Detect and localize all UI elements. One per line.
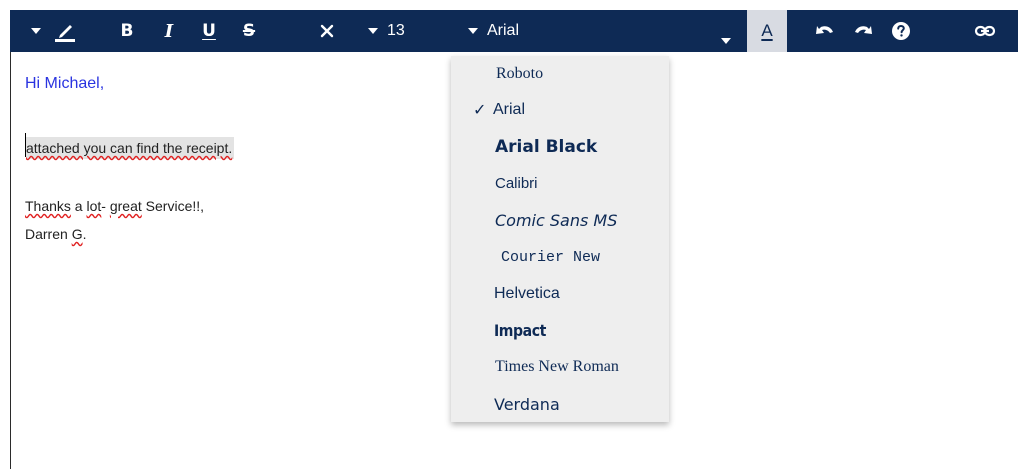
text-run: Service!!,	[141, 198, 205, 214]
caret-down-icon	[368, 28, 378, 34]
font-option-comic-sans[interactable]: Comic Sans MS	[451, 203, 669, 237]
highlight-dropdown-caret[interactable]	[26, 10, 46, 52]
text-color-label: A	[761, 21, 773, 40]
underline-button[interactable]: U	[196, 10, 222, 52]
caret-down-icon	[468, 28, 478, 34]
font-option-label: Verdana	[494, 394, 560, 414]
strikethrough-label: S	[242, 21, 256, 41]
font-size-dropdown[interactable]: 13	[368, 10, 428, 52]
font-option-arial-black[interactable]: Arial Black	[451, 130, 669, 164]
formatting-toolbar: B I U S 13 Arial A	[10, 10, 1018, 52]
font-option-label: Calibri	[495, 174, 538, 192]
strikethrough-button[interactable]: S	[236, 10, 262, 52]
thanks-line[interactable]: Thanks a lot- great Service!!,	[25, 198, 204, 214]
font-family-dropdown[interactable]: Arial	[468, 10, 738, 52]
spell-word: G	[71, 226, 83, 242]
font-option-times-new-roman[interactable]: Times New Roman	[451, 350, 669, 384]
caret-down-icon	[721, 38, 731, 44]
font-option-label: Helvetica	[494, 285, 560, 302]
font-size-value: 13	[387, 22, 405, 39]
font-option-label: Times New Roman	[495, 358, 619, 375]
spell-word: lot	[86, 198, 102, 214]
font-option-calibri[interactable]: Calibri	[451, 166, 669, 200]
text-run: -	[101, 198, 110, 214]
text-run: a	[70, 198, 87, 214]
spell-word: great	[109, 198, 142, 214]
bold-button[interactable]: B	[114, 10, 140, 52]
font-option-verdana[interactable]: Verdana	[451, 387, 669, 421]
font-option-roboto[interactable]: Roboto	[451, 57, 669, 91]
editor-window: B I U S 13 Arial A Hi Michael, attached …	[0, 0, 1018, 469]
close-icon	[320, 24, 334, 38]
checkmark-icon: ✓	[473, 102, 487, 119]
help-button[interactable]	[886, 10, 916, 52]
font-option-arial[interactable]: ✓ Arial	[451, 93, 669, 127]
font-option-label: Courier New	[501, 248, 601, 266]
font-option-label: Impact	[494, 320, 546, 340]
font-option-label: Comic Sans MS	[495, 210, 618, 230]
link-icon	[974, 25, 996, 37]
font-option-label: Arial Black	[495, 137, 598, 157]
clear-formatting-button[interactable]	[314, 10, 340, 52]
signature-line[interactable]: Darren G.	[25, 226, 86, 242]
font-family-menu: Roboto ✓ Arial Arial Black Calibri Comic…	[451, 56, 669, 422]
undo-icon	[816, 26, 833, 34]
bold-label: B	[120, 21, 134, 41]
undo-button[interactable]	[810, 10, 840, 52]
caret-down-icon	[31, 28, 41, 34]
text-run: Darren	[25, 226, 72, 242]
underline-label: U	[202, 21, 216, 41]
font-option-label: Roboto	[496, 65, 544, 82]
italic-button[interactable]: I	[156, 10, 182, 52]
receipt-line-text: attached you can find the receipt.	[26, 140, 233, 156]
highlight-pen-button[interactable]	[50, 10, 80, 52]
insert-link-button[interactable]	[970, 10, 1000, 52]
text-color-dropdown-caret[interactable]	[716, 10, 736, 52]
help-icon	[892, 22, 910, 40]
font-family-value: Arial	[487, 22, 520, 39]
text-color-button[interactable]: A	[747, 10, 787, 52]
font-option-impact[interactable]: Impact	[451, 313, 669, 347]
greeting-line[interactable]: Hi Michael,	[25, 75, 104, 93]
pen-icon	[55, 25, 75, 42]
font-option-courier-new[interactable]: Courier New	[451, 240, 669, 274]
font-option-label: Arial	[493, 101, 526, 118]
text-run: .	[82, 226, 87, 242]
spell-word: Thanks	[25, 198, 71, 214]
font-option-helvetica[interactable]: Helvetica	[451, 277, 669, 311]
redo-icon	[855, 26, 872, 34]
italic-label: I	[164, 20, 174, 42]
redo-button[interactable]	[848, 10, 878, 52]
editor-left-border	[10, 52, 11, 469]
selected-line[interactable]: attached you can find the receipt.	[26, 137, 235, 159]
